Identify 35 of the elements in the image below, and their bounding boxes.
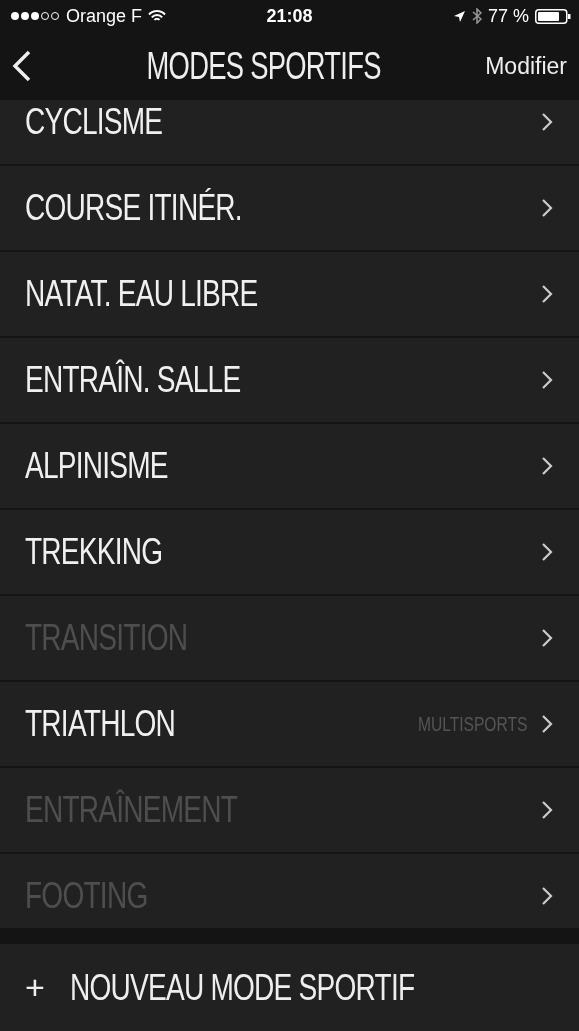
sport-mode-row[interactable]: TREKKING [0, 510, 579, 596]
mode-name: COURSE ITINÉR. [25, 187, 243, 229]
back-icon[interactable] [12, 50, 32, 82]
battery-percent: 77 % [487, 5, 529, 27]
chevron-icon [541, 542, 553, 562]
sport-mode-row[interactable]: ALPINISME [0, 424, 579, 510]
mode-name: ALPINISME [25, 445, 169, 487]
chevron-icon [541, 112, 553, 132]
chevron-icon [541, 886, 553, 906]
sport-mode-row[interactable]: ENTRAÎN. SALLE [0, 338, 579, 424]
battery-icon [535, 8, 571, 24]
mode-name: TREKKING [25, 531, 164, 573]
chevron-icon [541, 198, 553, 218]
new-mode-button[interactable]: + NOUVEAU MODE SPORTIF [0, 944, 579, 1031]
chevron-icon [541, 370, 553, 390]
chevron-icon [541, 456, 553, 476]
chevron-icon [541, 284, 553, 304]
wifi-icon [148, 9, 167, 23]
location-icon [452, 9, 466, 23]
edit-link[interactable]: Modifier [485, 52, 567, 80]
bluetooth-icon [471, 8, 482, 24]
mode-name: ENTRAÎN. SALLE [25, 359, 242, 401]
sport-mode-row[interactable]: CYCLISME [0, 100, 579, 166]
carrier-name: Orange F [66, 5, 143, 27]
mode-name: NATAT. EAU LIBRE [25, 273, 259, 315]
sport-mode-row[interactable]: COURSE ITINÉR. [0, 166, 579, 252]
chevron-icon [541, 714, 553, 734]
mode-name: CYCLISME [25, 101, 164, 143]
chevron-icon [541, 800, 553, 820]
sport-mode-row[interactable]: NATAT. EAU LIBRE [0, 252, 579, 338]
mode-name: TRIATHLON [25, 703, 177, 745]
status-time: 21:08 [266, 5, 313, 27]
chevron-icon [541, 628, 553, 648]
signal-icon [10, 11, 60, 21]
screen-title: MODES SPORTIFS [146, 44, 381, 88]
